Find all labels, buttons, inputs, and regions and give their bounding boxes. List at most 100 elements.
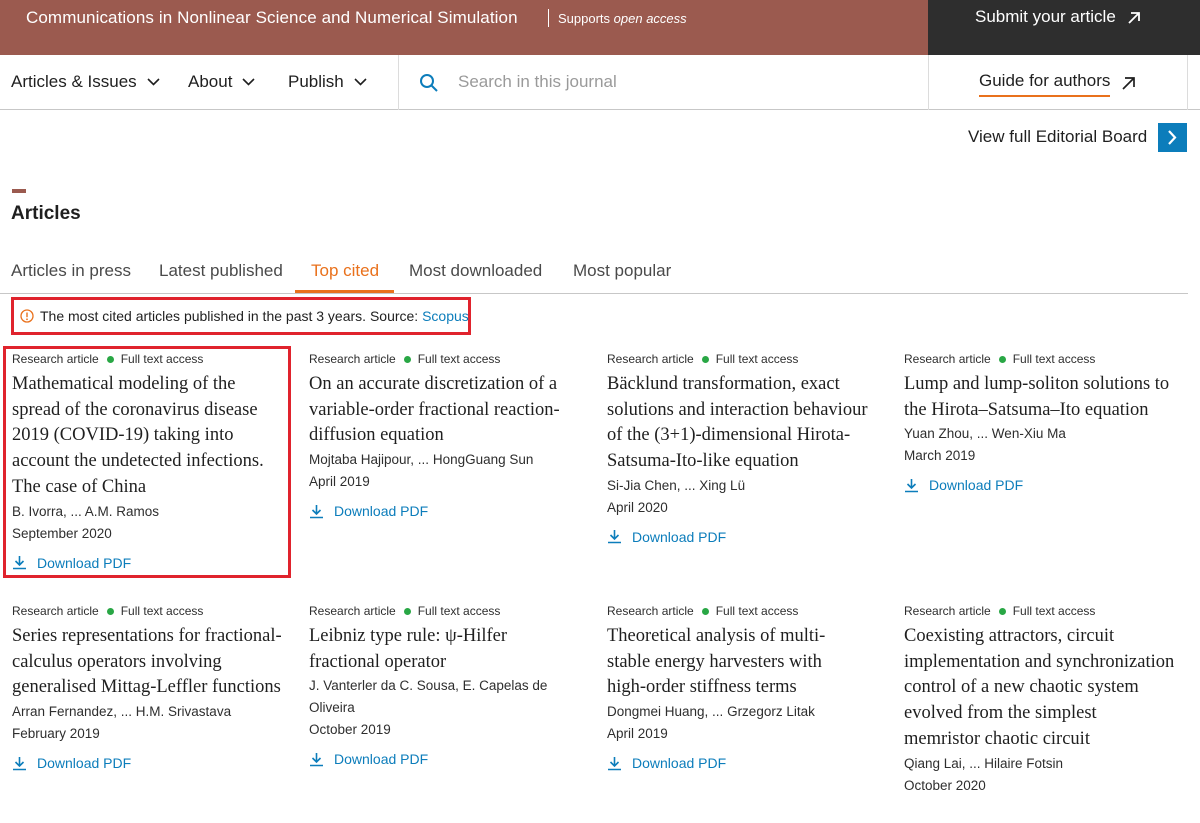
access-dot-icon (701, 607, 709, 615)
article-type: Research article (12, 604, 99, 618)
article-title[interactable]: Lump and lump-soliton solutions to the H… (904, 372, 1182, 423)
article-authors: Dongmei Huang, ... Grzegorz Litak (607, 704, 815, 720)
download-icon (310, 752, 323, 767)
nav-articles-issues[interactable]: Articles & Issues (11, 72, 160, 92)
chevron-down-icon (354, 78, 367, 86)
article-date: September 2020 (12, 525, 112, 541)
article-type: Research article (607, 352, 694, 366)
editorial-board-link[interactable]: View full Editorial Board (968, 127, 1147, 147)
nav-publish[interactable]: Publish (288, 72, 367, 92)
article-card: Research article Full text access Mathema… (12, 352, 292, 573)
article-title[interactable]: Leibniz type rule: ψ-Hilfer fractional o… (309, 624, 549, 675)
article-type: Research article (607, 604, 694, 618)
article-title[interactable]: On an accurate discretization of a varia… (309, 372, 585, 449)
nav-divider (398, 55, 399, 110)
download-pdf-link[interactable]: Download PDF (607, 527, 887, 547)
chevron-right-icon (1168, 130, 1177, 145)
article-date: October 2020 (904, 777, 986, 793)
article-title[interactable]: Bäcklund transformation, exact solutions… (607, 372, 879, 475)
download-icon (13, 556, 26, 570)
notice-message: The most cited articles published in the… (40, 308, 423, 324)
download-pdf-label: Download PDF (37, 755, 132, 772)
access-label: Full text access (715, 604, 799, 618)
external-arrow-icon (1128, 12, 1140, 24)
editorial-board-button[interactable] (1158, 123, 1187, 152)
article-meta: Research article Full text access (309, 352, 589, 366)
download-pdf-link[interactable]: Download PDF (309, 749, 589, 769)
tab-articles-in-press[interactable]: Articles in press (11, 261, 131, 281)
nav-label: Articles & Issues (11, 72, 137, 91)
download-icon (608, 530, 621, 544)
tab-latest-published[interactable]: Latest published (159, 261, 283, 281)
download-icon (905, 478, 918, 493)
access-label: Full text access (715, 352, 799, 366)
guide-for-authors-link[interactable]: Guide for authors (979, 71, 1111, 97)
tab-top-cited[interactable]: Top cited (311, 261, 379, 281)
access-dot-icon (403, 607, 411, 615)
section-accent (12, 189, 26, 193)
access-label: Full text access (417, 604, 501, 618)
open-access-label[interactable]: Supports open access (558, 11, 687, 26)
article-meta: Research article Full text access (904, 352, 1184, 366)
download-pdf-label: Download PDF (632, 528, 727, 545)
download-pdf-label: Download PDF (334, 503, 429, 520)
article-type: Research article (904, 604, 991, 618)
download-pdf-link[interactable]: Download PDF (12, 553, 292, 573)
article-authors: J. Vanterler da C. Sousa, E. Capelas de … (309, 678, 548, 716)
supports-prefix: Supports (558, 11, 614, 26)
top-cited-notice: The most cited articles published in the… (11, 297, 471, 335)
tab-most-downloaded[interactable]: Most downloaded (409, 261, 542, 281)
article-title[interactable]: Mathematical modeling of the spread of t… (12, 372, 284, 501)
article-authors: Arran Fernandez, ... H.M. Srivastava (12, 704, 232, 720)
nav-label: About (188, 72, 233, 91)
download-icon (608, 756, 621, 770)
access-dot-icon (998, 607, 1006, 615)
info-icon (20, 309, 34, 323)
article-title[interactable]: Theoretical analysis of multi-stable ene… (607, 624, 857, 701)
chevron-down-icon (147, 78, 160, 86)
article-meta: Research article Full text access (607, 352, 887, 366)
article-title[interactable]: Series representations for fractional-ca… (12, 624, 282, 701)
scopus-link[interactable]: Scopus (422, 308, 469, 324)
nav-about[interactable]: About (188, 72, 256, 92)
tab-most-popular[interactable]: Most popular (573, 261, 671, 281)
article-card: Research article Full text access Theoret… (607, 604, 887, 773)
access-dot-icon (701, 355, 709, 363)
download-pdf-link[interactable]: Download PDF (904, 475, 1184, 495)
journal-title[interactable]: Communications in Nonlinear Science and … (26, 8, 518, 28)
download-pdf-link[interactable]: Download PDF (12, 753, 292, 773)
access-label: Full text access (417, 352, 501, 366)
article-title[interactable]: Coexisting attractors, circuit implement… (904, 624, 1176, 753)
journal-header-bar: Communications in Nonlinear Science and … (0, 0, 1200, 55)
download-pdf-label: Download PDF (334, 751, 429, 768)
article-type: Research article (309, 604, 396, 618)
search-input[interactable] (458, 67, 898, 97)
download-pdf-link[interactable]: Download PDF (607, 753, 887, 773)
access-dot-icon (106, 607, 114, 615)
access-dot-icon (106, 355, 114, 363)
article-type: Research article (309, 352, 396, 366)
article-authors: Qiang Lai, ... Hilaire Fotsin (904, 755, 1064, 771)
article-date: October 2019 (309, 722, 391, 738)
access-label: Full text access (1012, 604, 1096, 618)
article-date: February 2019 (12, 726, 100, 742)
article-meta: Research article Full text access (309, 604, 589, 618)
search-icon[interactable] (419, 73, 439, 93)
access-label: Full text access (120, 352, 204, 366)
article-type: Research article (904, 352, 991, 366)
header-divider (548, 9, 549, 27)
article-date: March 2019 (904, 448, 976, 464)
download-pdf-label: Download PDF (929, 477, 1024, 494)
submit-article-button[interactable]: Submit your article (928, 0, 1200, 55)
article-card: Research article Full text access Bäcklun… (607, 352, 887, 547)
article-authors: B. Ivorra, ... A.M. Ramos (12, 503, 160, 519)
chevron-down-icon (242, 78, 256, 86)
section-title: Articles (11, 203, 81, 224)
article-date: April 2019 (309, 474, 370, 490)
article-meta: Research article Full text access (904, 604, 1184, 618)
nav-divider (1187, 55, 1188, 110)
download-pdf-link[interactable]: Download PDF (309, 501, 589, 521)
article-card: Research article Full text access On an a… (309, 352, 589, 521)
article-date: April 2020 (607, 499, 668, 515)
access-dot-icon (998, 355, 1006, 363)
